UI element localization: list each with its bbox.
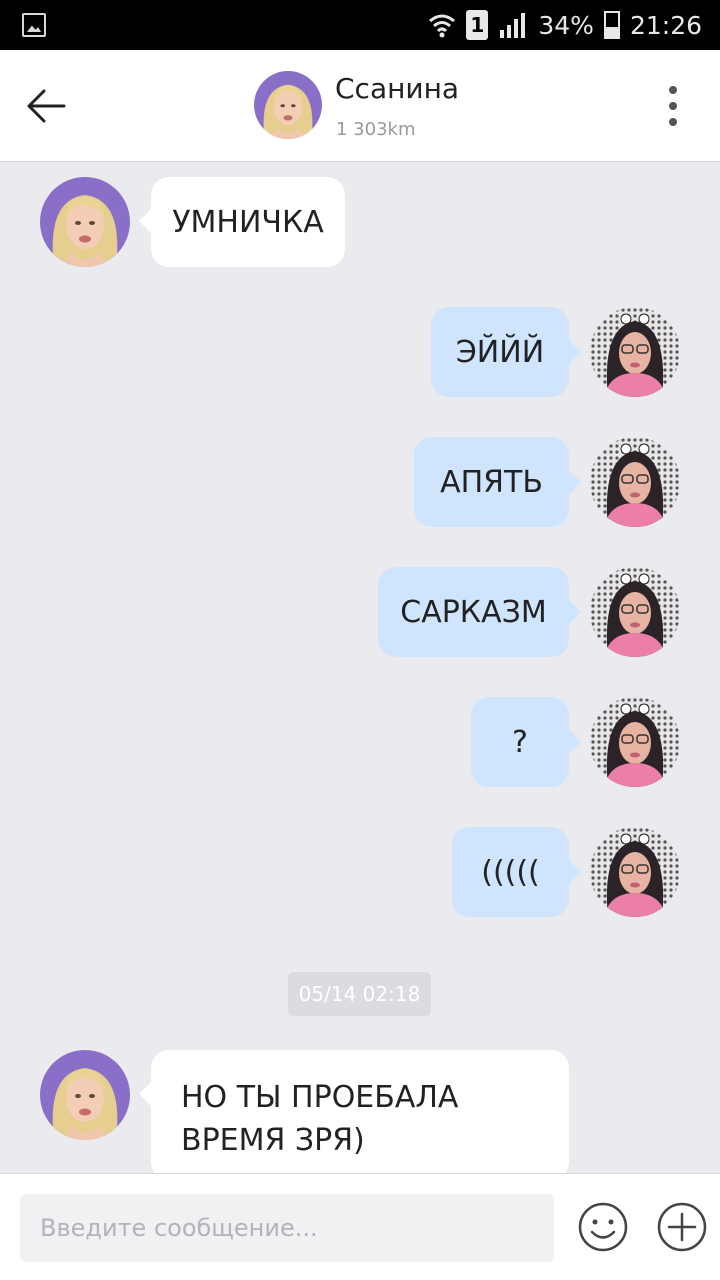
signal-icon	[500, 13, 526, 38]
contact-avatar[interactable]	[254, 71, 322, 139]
my-avatar[interactable]	[590, 567, 680, 657]
plus-circle-icon[interactable]	[656, 1201, 708, 1253]
sender-avatar[interactable]	[40, 1050, 130, 1140]
outgoing-message[interactable]: ?	[471, 697, 581, 787]
sim-slot-icon: 1	[466, 10, 489, 40]
outgoing-message[interactable]: АПЯТЬ	[414, 437, 581, 527]
battery-icon	[603, 11, 620, 39]
my-avatar[interactable]	[590, 437, 680, 527]
message-input[interactable]	[20, 1194, 554, 1262]
arrow-left-icon[interactable]	[24, 84, 68, 128]
outgoing-message[interactable]: (((((	[452, 827, 581, 917]
incoming-message[interactable]: УМНИЧКА	[139, 177, 345, 267]
clock: 21:26	[629, 10, 702, 40]
my-avatar[interactable]	[590, 697, 680, 787]
composer-bar	[0, 1173, 720, 1280]
contact-distance: 1 303km	[336, 119, 416, 140]
contact-name[interactable]: Ссанина	[335, 72, 459, 105]
my-avatar[interactable]	[590, 307, 680, 397]
outgoing-message[interactable]: САРКАЗМ	[378, 567, 581, 657]
my-avatar[interactable]	[590, 827, 680, 917]
smiley-icon[interactable]	[577, 1201, 629, 1253]
gallery-notification-icon	[22, 13, 46, 37]
more-vertical-icon[interactable]	[660, 86, 686, 126]
status-bar: 1 34% 21:26	[0, 0, 720, 50]
message-timestamp: 05/14 02:18	[288, 972, 431, 1016]
wifi-icon	[429, 14, 456, 38]
chat-header: Ссанина 1 303km	[0, 50, 720, 162]
sender-avatar[interactable]	[40, 177, 130, 267]
outgoing-message[interactable]: ЭЙЙЙ	[431, 307, 581, 397]
incoming-message[interactable]: НО ТЫ ПРОЕБАЛА ВРЕМЯ ЗРЯ)	[139, 1050, 569, 1180]
battery-percent: 34%	[538, 10, 594, 40]
